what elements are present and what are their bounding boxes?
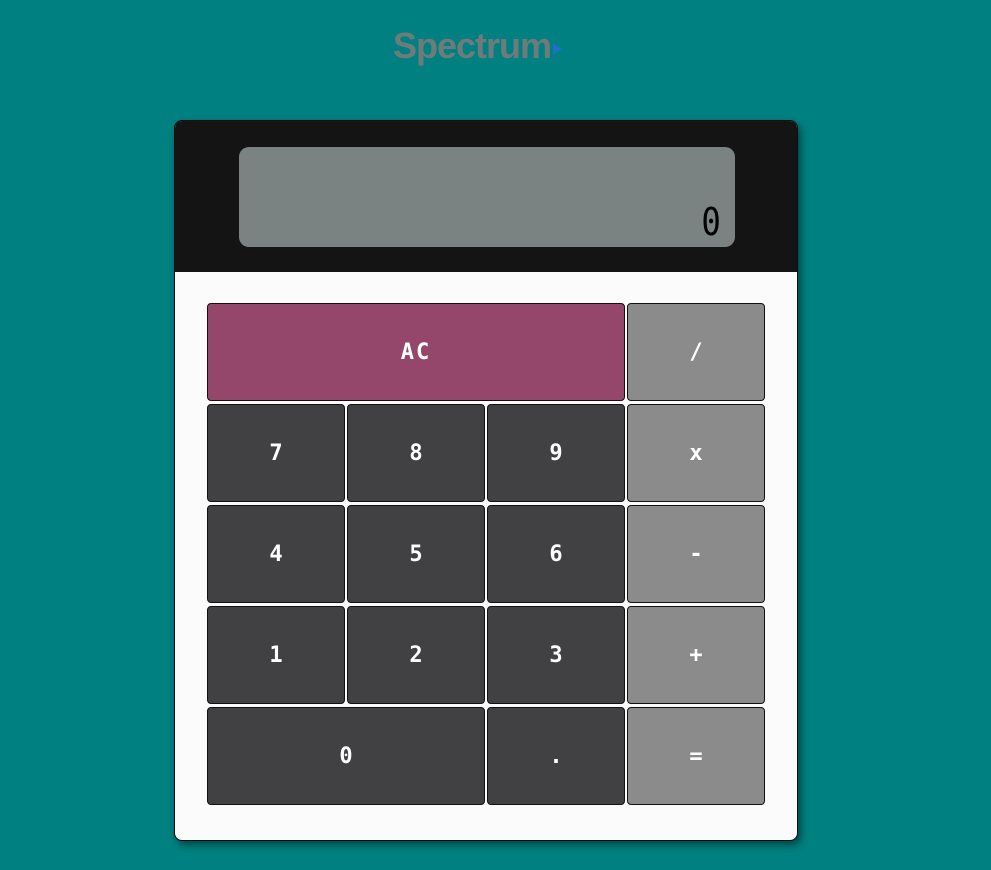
four-button[interactable]: 4 <box>207 505 345 603</box>
zero-button[interactable]: 0 <box>207 707 485 805</box>
display-panel: 0 <box>175 121 797 272</box>
add-button[interactable]: + <box>627 606 765 704</box>
three-button[interactable]: 3 <box>487 606 625 704</box>
equals-button[interactable]: = <box>627 707 765 805</box>
logo-arrow-icon <box>553 43 563 55</box>
subtract-button[interactable]: - <box>627 505 765 603</box>
clear-button[interactable]: AC <box>207 303 625 401</box>
nine-button[interactable]: 9 <box>487 404 625 502</box>
five-button[interactable]: 5 <box>347 505 485 603</box>
logo-text: Spectrum <box>393 25 552 66</box>
seven-button[interactable]: 7 <box>207 404 345 502</box>
one-button[interactable]: 1 <box>207 606 345 704</box>
eight-button[interactable]: 8 <box>347 404 485 502</box>
divide-button[interactable]: / <box>627 303 765 401</box>
decimal-button[interactable]: . <box>487 707 625 805</box>
spectrum-logo: Spectrum <box>393 24 563 68</box>
keypad: AC / 7 8 9 x 4 5 6 - 1 2 3 + 0 . = <box>207 303 767 809</box>
calculator: 0 AC / 7 8 9 x 4 5 6 - 1 2 3 + 0 . = <box>174 120 798 841</box>
multiply-button[interactable]: x <box>627 404 765 502</box>
display-screen: 0 <box>239 147 735 247</box>
display-value: 0 <box>701 200 721 244</box>
six-button[interactable]: 6 <box>487 505 625 603</box>
two-button[interactable]: 2 <box>347 606 485 704</box>
